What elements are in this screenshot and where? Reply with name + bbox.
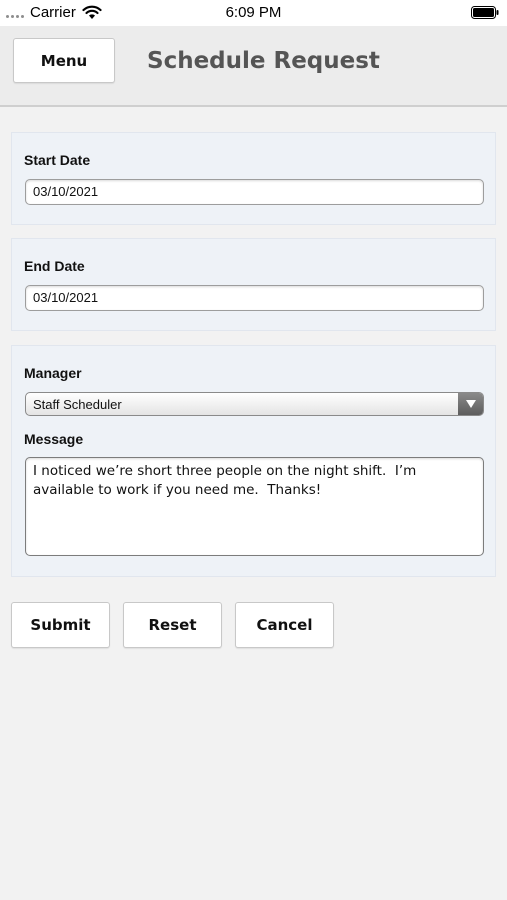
start-date-label: Start Date	[24, 152, 91, 168]
start-date-section: Start Date 03/10/2021	[11, 132, 496, 225]
status-time: 6:09 PM	[225, 4, 282, 21]
cancel-button[interactable]: Cancel	[235, 602, 334, 648]
menu-button[interactable]: Menu	[13, 38, 115, 83]
message-textarea[interactable]: I noticed we’re short three people on th…	[25, 457, 484, 556]
end-date-label: End Date	[24, 258, 85, 274]
manager-select-value: Staff Scheduler	[33, 397, 122, 412]
status-bar: Carrier 6:09 PM	[0, 0, 507, 26]
end-date-section: End Date 03/10/2021	[11, 238, 496, 331]
chevron-down-icon[interactable]	[458, 393, 483, 415]
reset-button[interactable]: Reset	[123, 602, 222, 648]
start-date-field[interactable]: 03/10/2021	[25, 179, 484, 205]
manager-select[interactable]: Staff Scheduler	[25, 392, 484, 416]
message-label: Message	[24, 431, 84, 447]
end-date-field[interactable]: 03/10/2021	[25, 285, 484, 311]
submit-button[interactable]: Submit	[11, 602, 110, 648]
manager-message-section: Manager Staff Scheduler Message I notice…	[11, 345, 496, 577]
battery-icon	[471, 6, 499, 19]
manager-label: Manager	[24, 365, 82, 381]
header-bar: Menu Schedule Request	[0, 26, 507, 107]
page-title: Schedule Request	[147, 48, 380, 74]
